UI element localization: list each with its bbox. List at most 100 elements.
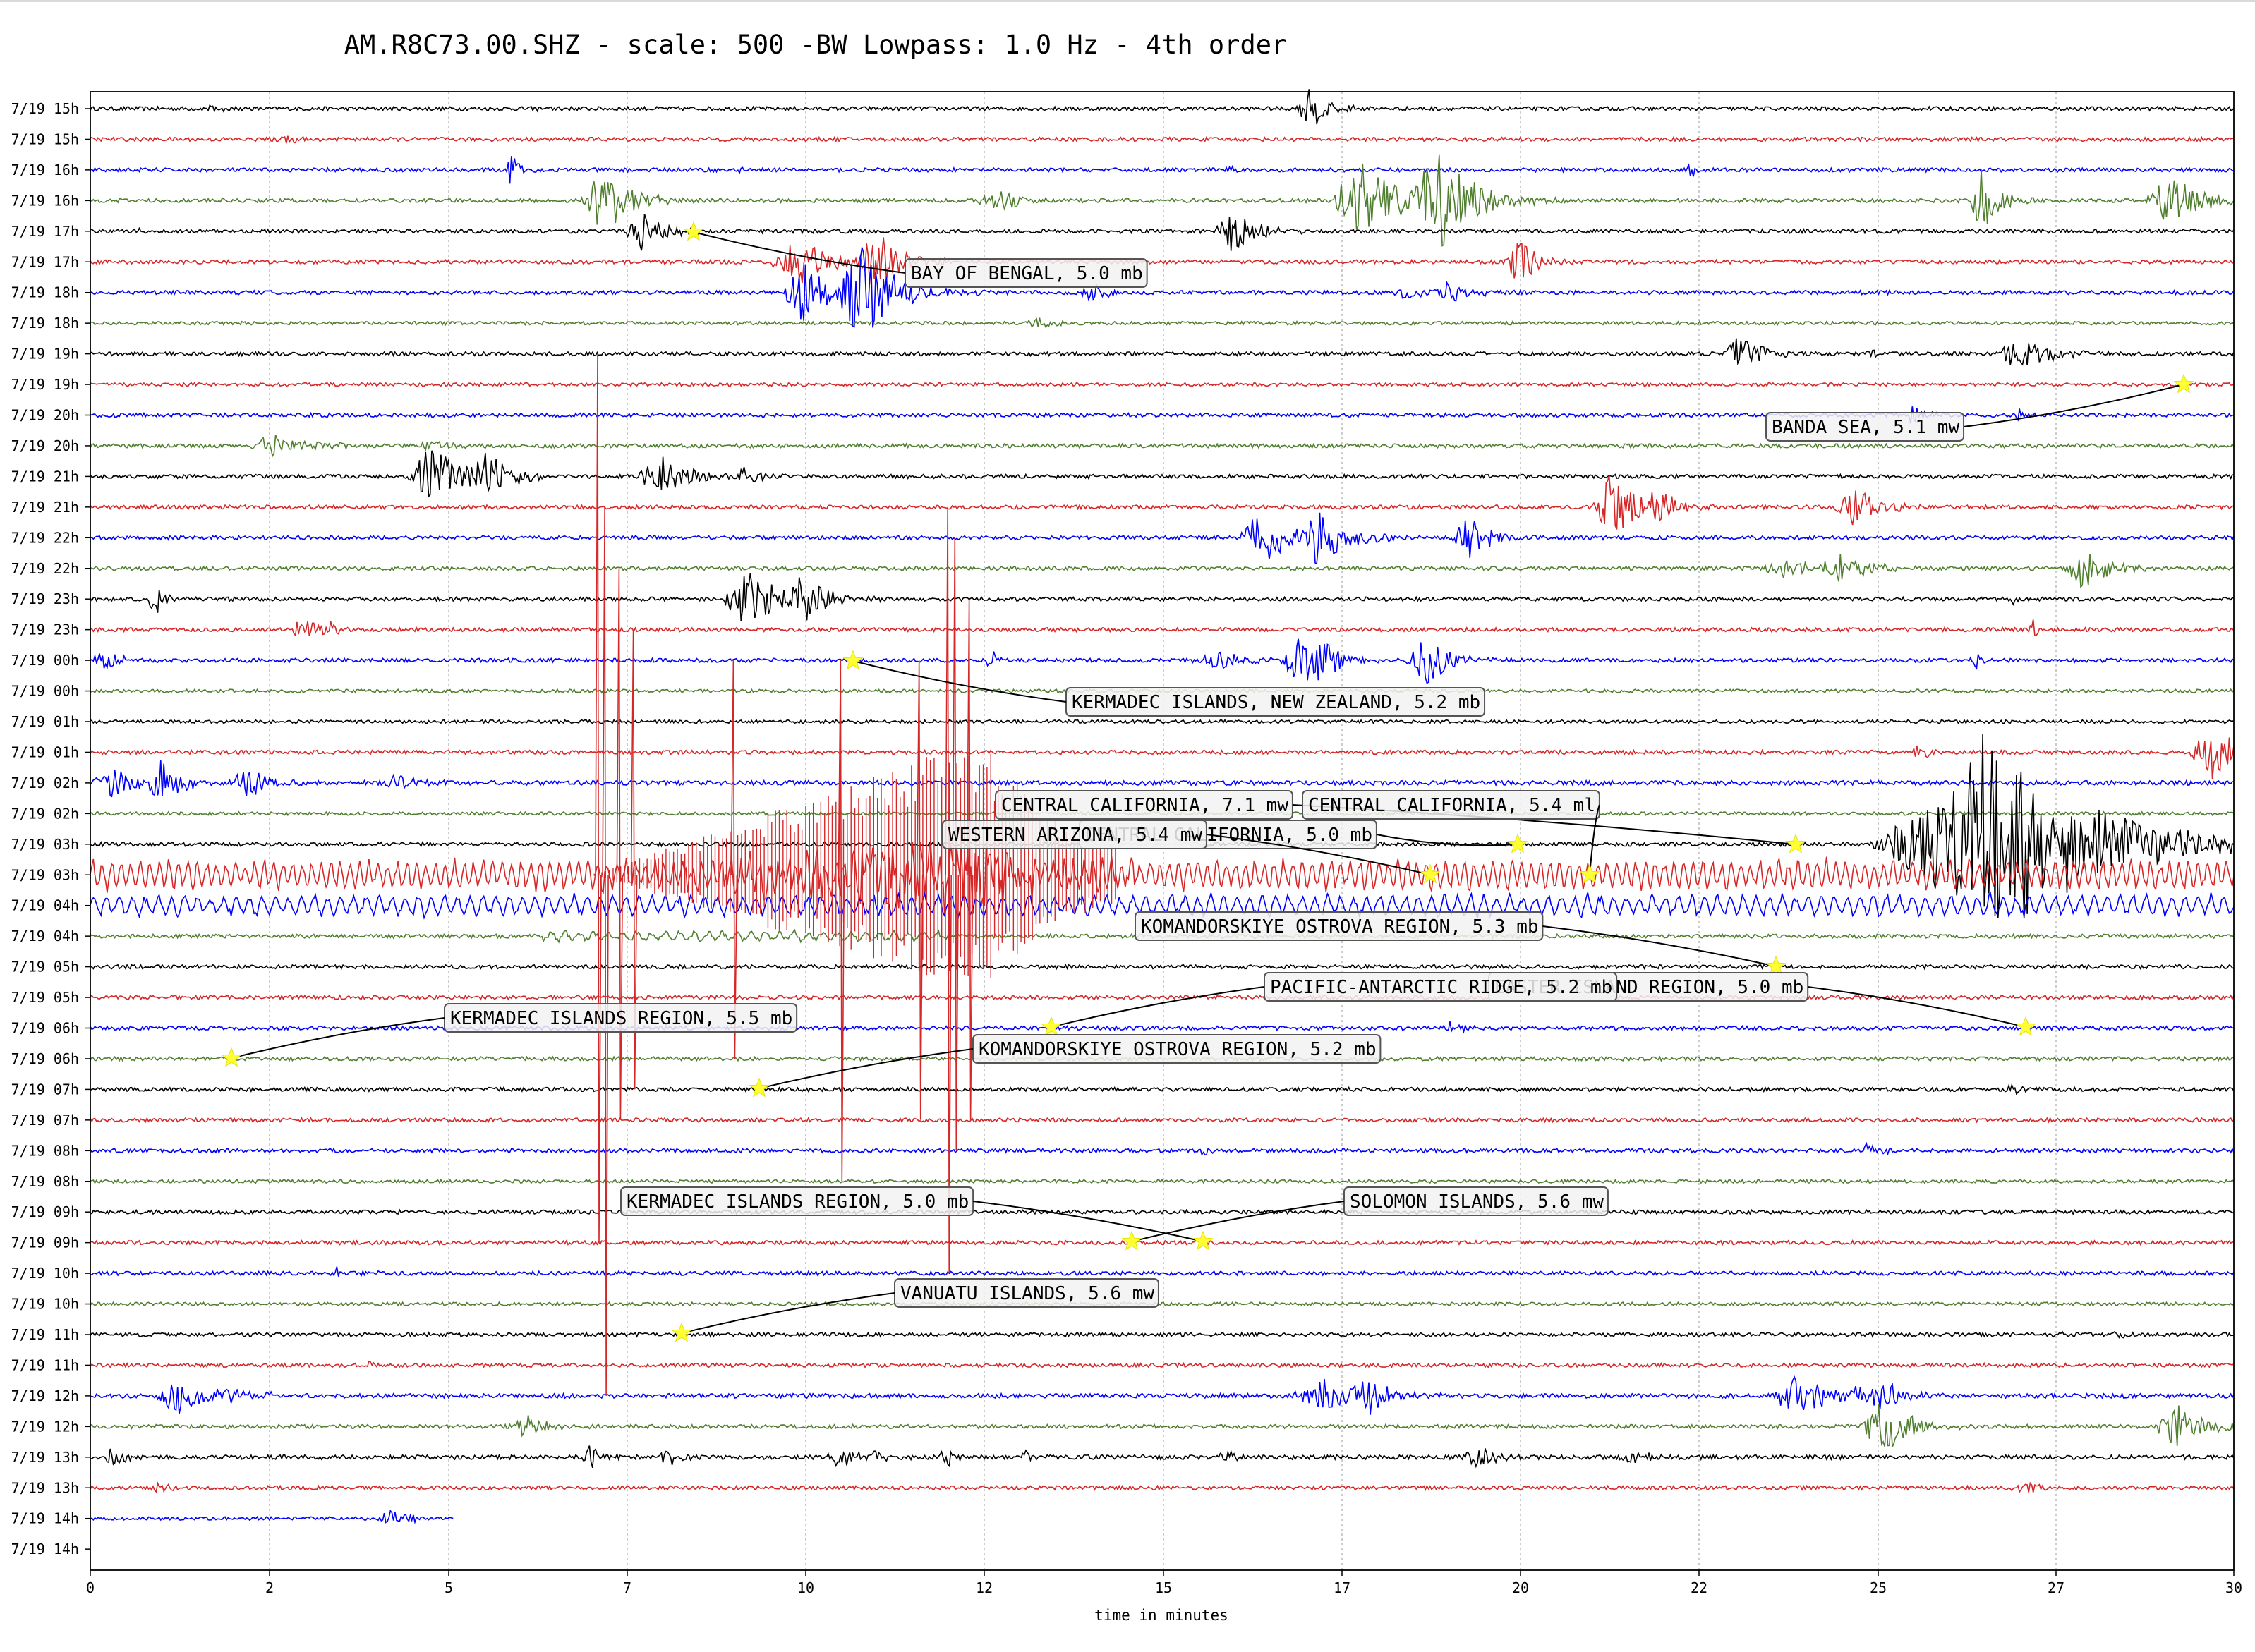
x-tick-label: 22 xyxy=(1691,1579,1707,1596)
trace-line xyxy=(90,1509,454,1525)
x-tick-label: 17 xyxy=(1334,1579,1350,1596)
event-label: KERMADEC ISLANDS REGION, 5.0 mb xyxy=(627,1191,969,1213)
trace-line xyxy=(90,553,2235,589)
x-tick-label: 25 xyxy=(1870,1579,1887,1596)
y-tick-label: 7/19 21h xyxy=(11,499,79,516)
event-star-marker xyxy=(221,1047,242,1067)
y-tick-label: 7/19 14h xyxy=(11,1510,79,1527)
event-star-marker xyxy=(1785,833,1806,854)
y-tick-label: 7/19 00h xyxy=(11,652,79,669)
y-tick-label: 7/19 20h xyxy=(11,407,79,424)
event-star-marker xyxy=(1579,863,1600,884)
event-star-marker xyxy=(1507,833,1528,854)
trace-line xyxy=(90,1301,2235,1307)
y-tick-label: 7/19 18h xyxy=(11,284,79,301)
event-annotation: PACIFIC-ANTARCTIC RIDGE, 5.2 mb xyxy=(1041,972,1618,1036)
y-tick-label: 7/19 23h xyxy=(11,590,79,607)
trace-line xyxy=(90,450,2235,498)
trace-line xyxy=(90,214,2235,251)
event-star-marker xyxy=(1121,1230,1142,1251)
x-tick-label: 0 xyxy=(86,1579,95,1596)
event-annotation: KOMANDORSKIYE OSTROVA REGION, 5.3 mb xyxy=(1135,911,1787,976)
chart-title: AM.R8C73.00.SHZ - scale: 500 -BW Lowpass… xyxy=(344,30,1288,60)
y-tick-label: 7/19 09h xyxy=(11,1203,79,1220)
trace-line xyxy=(90,1404,2235,1447)
trace-line xyxy=(90,247,2235,328)
y-tick-labels: 7/19 15h 7/19 15h 7/19 16h 7/19 16h 7/19 17h… xyxy=(11,100,90,1557)
trace-line xyxy=(90,1375,2235,1415)
trace-line xyxy=(90,573,2235,621)
event-label: KERMADEC ISLANDS, NEW ZEALAND, 5.2 mb xyxy=(1072,692,1480,713)
trace-line xyxy=(90,619,2235,637)
y-tick-label: 7/19 03h xyxy=(11,836,79,853)
event-connector xyxy=(681,1292,895,1334)
trace-line xyxy=(90,475,2235,530)
x-tick-label: 15 xyxy=(1155,1579,1172,1596)
event-label: KOMANDORSKIYE OSTROVA REGION, 5.3 mb xyxy=(1141,916,1539,937)
trace-line xyxy=(90,89,2235,125)
x-tick-label: 7 xyxy=(623,1579,631,1596)
y-tick-label: 7/19 12h xyxy=(11,1387,79,1404)
trace-line xyxy=(90,1208,2235,1216)
trace-line xyxy=(90,1330,2235,1340)
event-connector xyxy=(852,660,1067,703)
event-label: KERMADEC ISLANDS REGION, 5.5 mb xyxy=(450,1008,792,1029)
trace-line xyxy=(90,135,2235,144)
y-tick-label: 7/19 02h xyxy=(11,775,79,791)
y-tick-label: 7/19 17h xyxy=(11,223,79,240)
x-tick-label: 30 xyxy=(2225,1579,2242,1596)
event-star-marker xyxy=(842,650,864,670)
large-event-spike xyxy=(595,353,602,1243)
y-tick-label: 7/19 13h xyxy=(11,1449,79,1466)
x-tick-label: 27 xyxy=(2048,1579,2064,1596)
event-label: SOLOMON ISLANDS, 5.6 mw xyxy=(1350,1191,1604,1213)
y-tick-label: 7/19 22h xyxy=(11,529,79,546)
y-tick-label: 7/19 11h xyxy=(11,1326,79,1343)
y-tick-label: 7/19 00h xyxy=(11,683,79,700)
y-tick-label: 7/19 03h xyxy=(11,866,79,883)
event-connector xyxy=(758,1048,974,1089)
event-star-marker xyxy=(749,1077,770,1098)
event-annotation: KERMADEC ISLANDS REGION, 5.0 mb xyxy=(620,1186,1214,1251)
y-tick-label: 7/19 06h xyxy=(11,1020,79,1037)
y-tick-label: 7/19 13h xyxy=(11,1479,79,1496)
x-tick-label: 2 xyxy=(265,1579,274,1596)
y-tick-label: 7/19 01h xyxy=(11,743,79,760)
event-connector xyxy=(1808,986,2026,1028)
trace-line xyxy=(90,1141,2235,1156)
trace-line xyxy=(90,994,2235,1001)
trace-line xyxy=(90,1445,2235,1469)
event-connector xyxy=(1963,384,2184,427)
trace-line xyxy=(90,156,2235,184)
event-star-marker xyxy=(1192,1230,1214,1251)
trace-line xyxy=(90,1481,2235,1493)
trace-line xyxy=(90,638,2235,684)
event-annotation: KOMANDORSKIYE OSTROVA REGION, 5.2 mb xyxy=(749,1034,1382,1098)
trace-line xyxy=(90,718,2235,725)
y-tick-label: 7/19 10h xyxy=(11,1296,79,1313)
y-tick-label: 7/19 04h xyxy=(11,897,79,914)
event-connector xyxy=(231,1017,445,1059)
y-tick-label: 7/19 05h xyxy=(11,989,79,1006)
y-tick-label: 7/19 02h xyxy=(11,805,79,822)
trace-line xyxy=(90,381,2235,388)
y-tick-label: 7/19 15h xyxy=(11,130,79,147)
trace-line xyxy=(90,737,2235,780)
event-star-marker xyxy=(1041,1016,1062,1036)
y-tick-label: 7/19 21h xyxy=(11,468,79,485)
trace-line xyxy=(90,1117,2235,1124)
event-star-marker xyxy=(1765,955,1787,976)
y-tick-label: 7/19 01h xyxy=(11,713,79,730)
y-tick-label: 7/19 19h xyxy=(11,346,79,363)
y-tick-label: 7/19 09h xyxy=(11,1234,79,1251)
trace-line xyxy=(90,964,2235,971)
event-star-marker xyxy=(2015,1016,2036,1036)
trace-line xyxy=(90,237,2235,285)
trace-line xyxy=(90,317,2235,329)
event-label: WESTERN ARIZONA, 5.4 mw xyxy=(948,825,1202,846)
x-tick-label: 12 xyxy=(976,1579,993,1596)
event-annotation: VANUATU ISLANDS, 5.6 mw xyxy=(671,1278,1159,1342)
y-tick-label: 7/19 16h xyxy=(11,162,79,178)
y-tick-label: 7/19 20h xyxy=(11,437,79,454)
y-tick-label: 7/19 10h xyxy=(11,1265,79,1282)
